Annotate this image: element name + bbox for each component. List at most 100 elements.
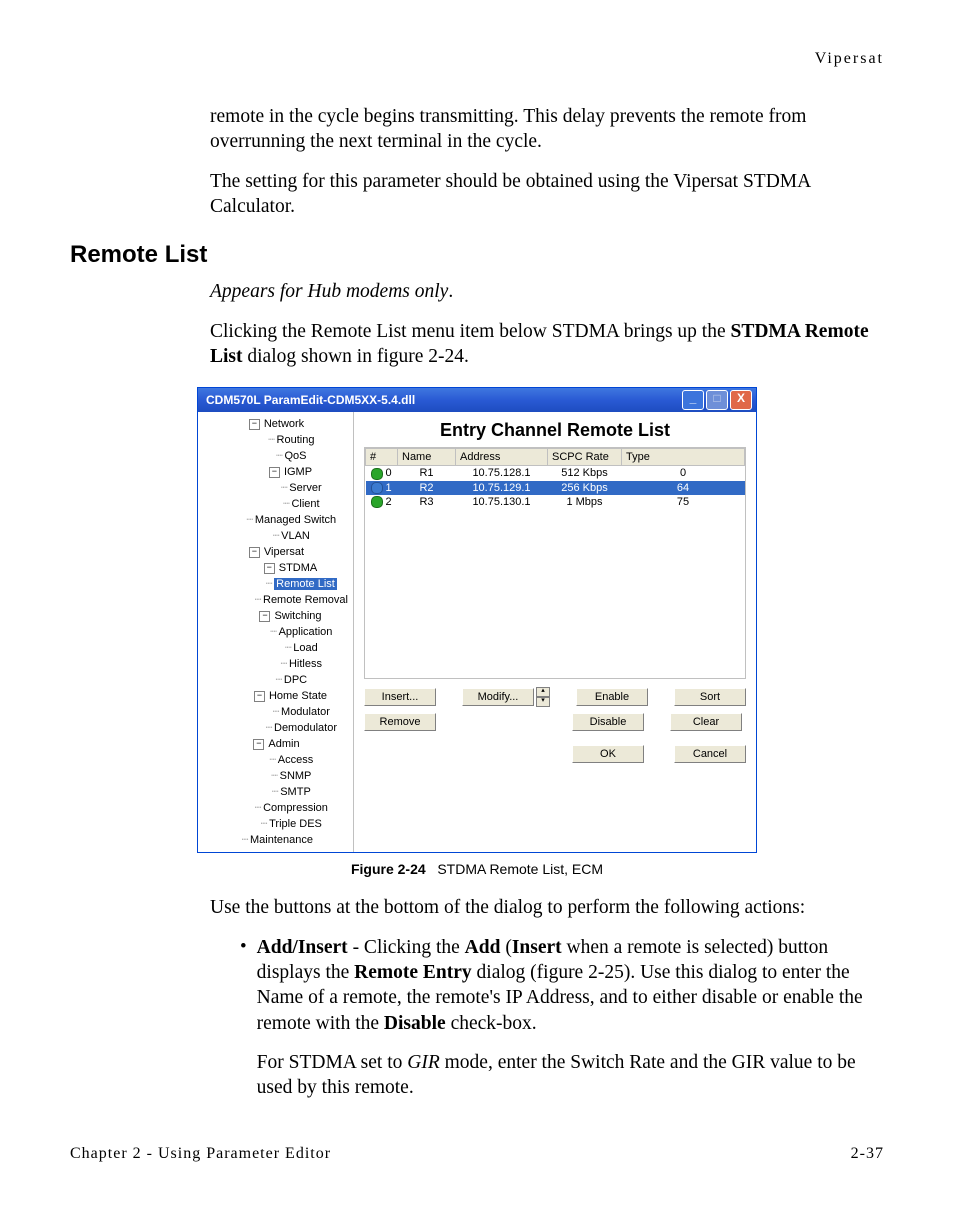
tree-node[interactable]: ┈Triple DES (202, 816, 351, 832)
tree-node[interactable]: ┈Modulator (202, 704, 351, 720)
tree-expander-icon[interactable]: − (264, 563, 275, 574)
maximize-button[interactable]: □ (706, 390, 728, 410)
close-button[interactable]: X (730, 390, 752, 410)
tree-node[interactable]: ┈Client (202, 496, 351, 512)
tree-line-icon: ┈ (274, 672, 284, 688)
tree-node[interactable]: ┈Remote Removal (202, 592, 351, 608)
remote-list-view[interactable]: #NameAddressSCPC RateType 0R110.75.128.1… (364, 447, 746, 679)
tree-node[interactable]: ┈SNMP (202, 768, 351, 784)
insert-button[interactable]: Insert... (364, 688, 436, 706)
tree-label: Modulator (281, 706, 330, 718)
tree-label: Network (264, 418, 304, 430)
button-row-2: Remove Disable Clear (364, 713, 746, 731)
b-t1: - Clicking the (348, 937, 465, 958)
tree-node[interactable]: −Vipersat (202, 544, 351, 560)
tree-label: Demodulator (274, 722, 337, 734)
status-dot-icon (371, 468, 383, 480)
footer-right: 2-37 (851, 1145, 884, 1163)
tree-node[interactable]: −STDMA (202, 560, 351, 576)
enable-button[interactable]: Enable (576, 688, 648, 706)
tree-node[interactable]: ┈Load (202, 640, 351, 656)
para-1: remote in the cycle begins transmitting.… (210, 104, 884, 155)
bullet-text: Add/Insert - Clicking the Add (Insert wh… (257, 935, 874, 1101)
tree-node[interactable]: ┈Maintenance (202, 832, 351, 848)
remove-button[interactable]: Remove (364, 713, 436, 731)
bullet-item-add-insert: • Add/Insert - Clicking the Add (Insert … (240, 935, 874, 1101)
status-dot-icon (371, 496, 383, 508)
spinner-down-icon[interactable]: ▾ (536, 697, 550, 707)
minimize-button[interactable]: _ (682, 390, 704, 410)
tree-label: SNMP (280, 770, 312, 782)
tree-label: Remote List (274, 578, 337, 590)
status-dot-icon (371, 482, 383, 494)
tree-line-icon: ┈ (271, 704, 281, 720)
tree-label: Load (293, 642, 317, 654)
tree-node[interactable]: −IGMP (202, 464, 351, 480)
ok-button[interactable]: OK (572, 745, 644, 763)
tree-node[interactable]: ┈Remote List (202, 576, 351, 592)
table-row[interactable]: 2R310.75.130.11 Mbps75 (366, 495, 745, 509)
right-panel: Entry Channel Remote List #NameAddressSC… (354, 412, 756, 852)
tree-node[interactable]: ┈Routing (202, 432, 351, 448)
tree-node[interactable]: −Network (202, 416, 351, 432)
tree-node[interactable]: ┈VLAN (202, 528, 351, 544)
footer-left: Chapter 2 - Using Parameter Editor (70, 1145, 331, 1163)
column-header[interactable]: # (366, 449, 398, 466)
tree-expander-icon[interactable]: − (259, 611, 270, 622)
tree-label: Client (291, 498, 319, 510)
tree-node[interactable]: ┈Managed Switch (202, 512, 351, 528)
tree-expander-icon[interactable]: − (253, 739, 264, 750)
table-row[interactable]: 0R110.75.128.1512 Kbps0 (366, 466, 745, 481)
page-footer: Chapter 2 - Using Parameter Editor 2-37 (70, 1145, 884, 1163)
tree-label: Managed Switch (255, 514, 336, 526)
tree-node[interactable]: ┈Hitless (202, 656, 351, 672)
tree-line-icon: ┈ (279, 656, 289, 672)
tree-label: Server (289, 482, 321, 494)
nav-tree[interactable]: −Network┈Routing┈QoS−IGMP┈Server┈Client┈… (198, 412, 354, 852)
tree-node[interactable]: ┈Demodulator (202, 720, 351, 736)
modify-button[interactable]: Modify... (462, 688, 534, 706)
tree-node[interactable]: ┈SMTP (202, 784, 351, 800)
column-header[interactable]: SCPC Rate (548, 449, 622, 466)
tree-expander-icon[interactable]: − (249, 419, 260, 430)
tree-line-icon: ┈ (281, 496, 291, 512)
spinner-up-icon[interactable]: ▴ (536, 687, 550, 697)
cancel-button[interactable]: Cancel (674, 745, 746, 763)
column-header[interactable]: Type (622, 449, 745, 466)
tree-node[interactable]: −Admin (202, 736, 351, 752)
para-3c: dialog shown in figure 2-24. (243, 346, 469, 367)
after-figure-para: Use the buttons at the bottom of the dia… (210, 895, 884, 920)
clear-button[interactable]: Clear (670, 713, 742, 731)
table-row[interactable]: 1R210.75.129.1256 Kbps64 (366, 481, 745, 495)
window-controls: _ □ X (682, 390, 752, 410)
tree-node[interactable]: ┈QoS (202, 448, 351, 464)
disable-button[interactable]: Disable (572, 713, 644, 731)
tree-expander-icon[interactable]: − (254, 691, 265, 702)
param-edit-window: CDM570L ParamEdit-CDM5XX-5.4.dll _ □ X −… (197, 387, 757, 853)
b-add-insert: Add/Insert (257, 937, 348, 958)
sort-button[interactable]: Sort (674, 688, 746, 706)
tree-line-icon: ┈ (268, 752, 278, 768)
tree-expander-icon[interactable]: − (249, 547, 260, 558)
section-heading-remote-list: Remote List (70, 241, 884, 269)
window-titlebar[interactable]: CDM570L ParamEdit-CDM5XX-5.4.dll _ □ X (198, 388, 756, 412)
hub-only-text: Appears for Hub modems only (210, 281, 448, 302)
tree-line-icon: ┈ (259, 816, 269, 832)
tree-node[interactable]: ┈Access (202, 752, 351, 768)
tree-label: Access (278, 754, 313, 766)
tree-node[interactable]: ┈Server (202, 480, 351, 496)
tree-node[interactable]: ┈DPC (202, 672, 351, 688)
para-2: The setting for this parameter should be… (210, 169, 884, 220)
tree-line-icon: ┈ (253, 592, 263, 608)
column-header[interactable]: Name (398, 449, 456, 466)
tree-line-icon: ┈ (269, 624, 279, 640)
tree-node[interactable]: −Home State (202, 688, 351, 704)
column-header[interactable]: Address (456, 449, 548, 466)
tree-node[interactable]: ┈Compression (202, 800, 351, 816)
running-header: Vipersat (70, 50, 884, 68)
tree-expander-icon[interactable]: − (269, 467, 280, 478)
modify-spinner[interactable]: ▴▾ (536, 687, 550, 707)
tree-node[interactable]: ┈Application (202, 624, 351, 640)
tree-node[interactable]: −Switching (202, 608, 351, 624)
tree-label: Compression (263, 802, 328, 814)
